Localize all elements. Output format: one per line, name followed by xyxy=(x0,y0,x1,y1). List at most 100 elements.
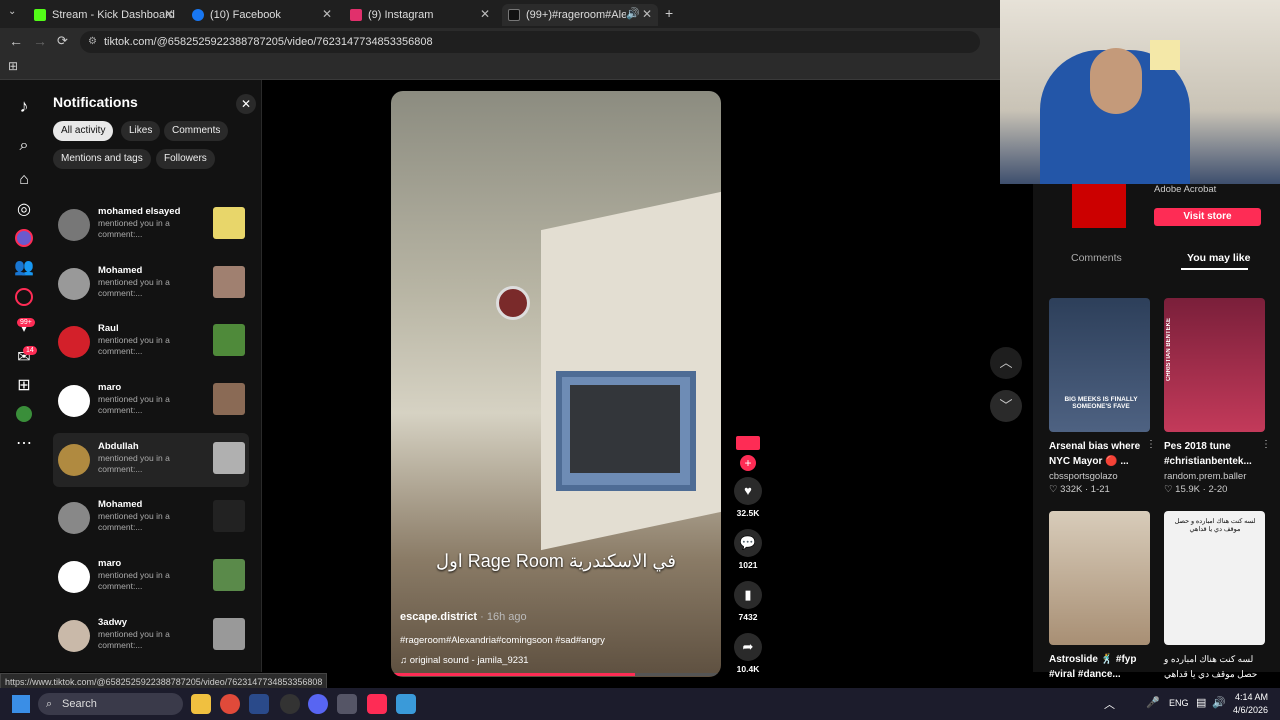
site-info-icon[interactable]: ⚙ xyxy=(88,31,97,53)
video-thumbnail[interactable] xyxy=(213,500,245,532)
avatar[interactable] xyxy=(58,620,90,652)
close-tab-icon[interactable]: ✕ xyxy=(322,7,332,21)
video-thumbnail[interactable] xyxy=(1049,511,1150,645)
video-thumbnail[interactable] xyxy=(213,559,245,591)
avatar[interactable] xyxy=(58,326,90,358)
notification-user[interactable]: maro xyxy=(98,382,121,393)
tab-comments[interactable]: Comments xyxy=(1071,252,1122,264)
wifi-icon[interactable]: ▤ xyxy=(1196,696,1206,709)
more-options-icon[interactable]: ⋮ xyxy=(1261,439,1271,450)
avatar[interactable] xyxy=(58,209,90,241)
video-thumbnail[interactable] xyxy=(213,207,245,239)
apps-grid-icon[interactable]: ⊞ xyxy=(8,59,18,73)
visit-store-button[interactable]: Visit store xyxy=(1154,208,1261,226)
explore-icon[interactable]: ◎ xyxy=(14,200,34,220)
tab-kick[interactable]: Stream - Kick Dashboard ✕ xyxy=(28,4,180,26)
comment-action[interactable]: 💬 1021 xyxy=(733,529,763,570)
search-icon[interactable]: ⌕ xyxy=(14,136,34,156)
video-progress-bar[interactable] xyxy=(391,673,721,676)
video-title[interactable]: لسه كنت هناك امبارده و حصل موقف دي يا قد… xyxy=(1164,652,1262,682)
video-thumbnail[interactable]: BIG MEEKS IS FINALLY SOMEONE'S FAVE xyxy=(1049,298,1150,432)
windows-start-icon[interactable] xyxy=(12,695,30,713)
follow-plus-icon[interactable]: + xyxy=(740,455,756,471)
share-action[interactable]: ➦ 10.4K xyxy=(733,633,763,674)
close-tab-icon[interactable]: ✕ xyxy=(480,7,490,21)
video-thumbnail[interactable] xyxy=(213,442,245,474)
video-title[interactable]: Pes 2018 tune #christianbentek... xyxy=(1164,439,1262,469)
video-player[interactable]: اول Rage Room في الاسكندرية escape.distr… xyxy=(391,91,721,677)
notification-item[interactable]: Mohamed mentioned you in a comment:... xyxy=(53,491,249,545)
back-icon[interactable]: ← xyxy=(9,33,23,49)
avatar[interactable] xyxy=(58,385,90,417)
more-options-icon[interactable]: ⋮ xyxy=(1146,439,1156,450)
save-action[interactable]: ▮ 7432 xyxy=(733,581,763,622)
reload-icon[interactable]: ⟳ xyxy=(57,33,68,49)
tab-you-may-like[interactable]: You may like xyxy=(1187,252,1250,264)
video-thumbnail[interactable] xyxy=(213,383,245,415)
like-action[interactable]: ♥ 32.5K xyxy=(733,477,763,518)
url-field[interactable]: ⚙ tiktok.com/@6582525922388787205/video/… xyxy=(80,31,980,53)
previous-video-button[interactable]: ︿ xyxy=(990,347,1022,379)
bookmark-icon[interactable]: ▮ xyxy=(734,581,762,609)
upload-icon[interactable]: ⊞ xyxy=(14,376,34,396)
tab-list-chevron-icon[interactable]: ⌄ xyxy=(8,6,16,17)
notification-item[interactable]: 3adwy mentioned you in a comment:... xyxy=(53,609,249,663)
notification-user[interactable]: Raul xyxy=(98,323,119,334)
share-icon[interactable]: ➦ xyxy=(734,633,762,661)
video-thumbnail[interactable] xyxy=(213,324,245,356)
filter-followers[interactable]: Followers xyxy=(156,149,215,169)
notification-item[interactable]: Mohamed mentioned you in a comment:... xyxy=(53,257,249,311)
avatar[interactable] xyxy=(58,561,90,593)
video-title[interactable]: Astroslide 🕺 #fyp #viral #dance... xyxy=(1049,652,1147,682)
clock-time[interactable]: 4:14 AM xyxy=(1233,692,1268,702)
video-author[interactable]: random.prem.baller xyxy=(1164,471,1265,482)
avatar[interactable] xyxy=(58,268,90,300)
notification-item[interactable]: mohamed elsayed mentioned you in a comme… xyxy=(53,198,249,252)
notification-user[interactable]: 3adwy xyxy=(98,617,127,628)
tray-chevron-icon[interactable]: ︿ xyxy=(1104,696,1115,712)
comment-icon[interactable]: 💬 xyxy=(734,529,762,557)
home-icon[interactable]: ⌂ xyxy=(14,170,34,190)
chrome-icon[interactable] xyxy=(220,694,240,714)
speaker-icon[interactable]: 🔊 xyxy=(626,7,640,20)
app-icon[interactable] xyxy=(337,694,357,714)
tab-facebook[interactable]: (10) Facebook ✕ xyxy=(186,4,338,26)
video-thumbnail[interactable] xyxy=(213,266,245,298)
avatar[interactable] xyxy=(58,502,90,534)
notification-user[interactable]: maro xyxy=(98,558,121,569)
video-thumbnail[interactable] xyxy=(213,618,245,650)
notification-item[interactable]: Raul mentioned you in a comment:... xyxy=(53,315,249,369)
sound-label[interactable]: original sound - jamila_9231 xyxy=(410,655,529,666)
filter-mentions-and-tags[interactable]: Mentions and tags xyxy=(53,149,151,169)
notification-user[interactable]: Mohamed xyxy=(98,499,142,510)
taskbar-search[interactable]: ⌕ Search xyxy=(38,693,183,715)
filter-comments[interactable]: Comments xyxy=(164,121,229,141)
ad-card[interactable]: Adobe Acrobat Visit store xyxy=(1049,184,1264,228)
suggested-video[interactable]: CHRISTIAN BENTEKE Pes 2018 tune #christi… xyxy=(1164,298,1271,495)
filter-all-activity[interactable]: All activity xyxy=(53,121,114,141)
video-sound[interactable]: ♫ original sound - jamila_9231 xyxy=(400,655,529,666)
photos-icon[interactable] xyxy=(396,694,416,714)
suggested-video[interactable]: لسه كنت هناك امبارده و حصل موقف دي يا قد… xyxy=(1164,511,1265,682)
author-avatar[interactable] xyxy=(736,436,760,450)
obs-icon[interactable] xyxy=(280,694,300,714)
video-author[interactable]: cbssportsgolazo xyxy=(1049,471,1150,482)
following-icon[interactable]: 👥 xyxy=(14,258,34,278)
discord-icon[interactable] xyxy=(308,694,328,714)
close-tab-icon[interactable]: ✕ xyxy=(164,7,174,21)
close-icon[interactable]: ✕ xyxy=(236,94,256,114)
notification-item[interactable]: maro mentioned you in a comment:... xyxy=(53,550,249,604)
tiktok-logo-icon[interactable]: ♪ xyxy=(14,96,34,116)
avatar[interactable] xyxy=(58,444,90,476)
media-app-icon[interactable] xyxy=(249,694,269,714)
tab-instagram[interactable]: (9) Instagram ✕ xyxy=(344,4,496,26)
profile-icon[interactable] xyxy=(14,406,34,426)
clock-date[interactable]: 4/6/2026 xyxy=(1225,705,1268,715)
heart-icon[interactable]: ♥ xyxy=(734,477,762,505)
notification-item[interactable]: Abdullah mentioned you in a comment:... xyxy=(53,433,249,487)
video-hashtags[interactable]: #rageroom#Alexandria#comingsoon #sad#ang… xyxy=(400,635,605,646)
tab-tiktok[interactable]: (99+)#rageroom#Alexandri 🔊 ✕ xyxy=(502,4,658,26)
video-thumbnail[interactable]: لسه كنت هناك امبارده و حصل موقف دي يا قد… xyxy=(1164,511,1265,645)
mic-icon[interactable]: 🎤 xyxy=(1146,696,1160,709)
notification-user[interactable]: Mohamed xyxy=(98,265,142,276)
